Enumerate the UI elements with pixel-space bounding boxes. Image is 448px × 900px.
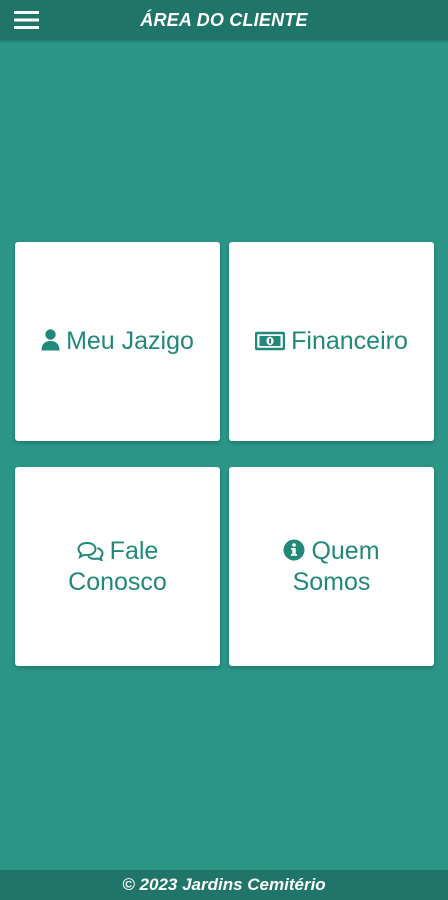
meu-jazigo-button[interactable]: Meu Jazigo [15,242,220,441]
tile-label: Quem [311,536,380,565]
tile-label-line2: Somos [292,567,371,596]
user-icon [41,327,66,355]
chat-bubbles-icon [77,537,110,565]
tile-label: Fale [109,536,159,565]
tile-label: Financeiro [291,327,408,355]
info-circle-icon [283,537,311,565]
quem-somos-button[interactable]: Quem Somos [229,467,434,666]
tile-label: Meu Jazigo [66,327,194,355]
fale-conosco-button[interactable]: Fale Conosco [15,467,220,666]
footer-copyright: © 2023 Jardins Cemitério [0,870,448,900]
tile-label-line2: Conosco [68,567,167,596]
page-title: ÁREA DO CLIENTE [140,10,308,30]
money-bill-icon [254,327,291,355]
app-header: ÁREA DO CLIENTE [0,0,448,40]
financeiro-button[interactable]: Financeiro [229,242,434,441]
